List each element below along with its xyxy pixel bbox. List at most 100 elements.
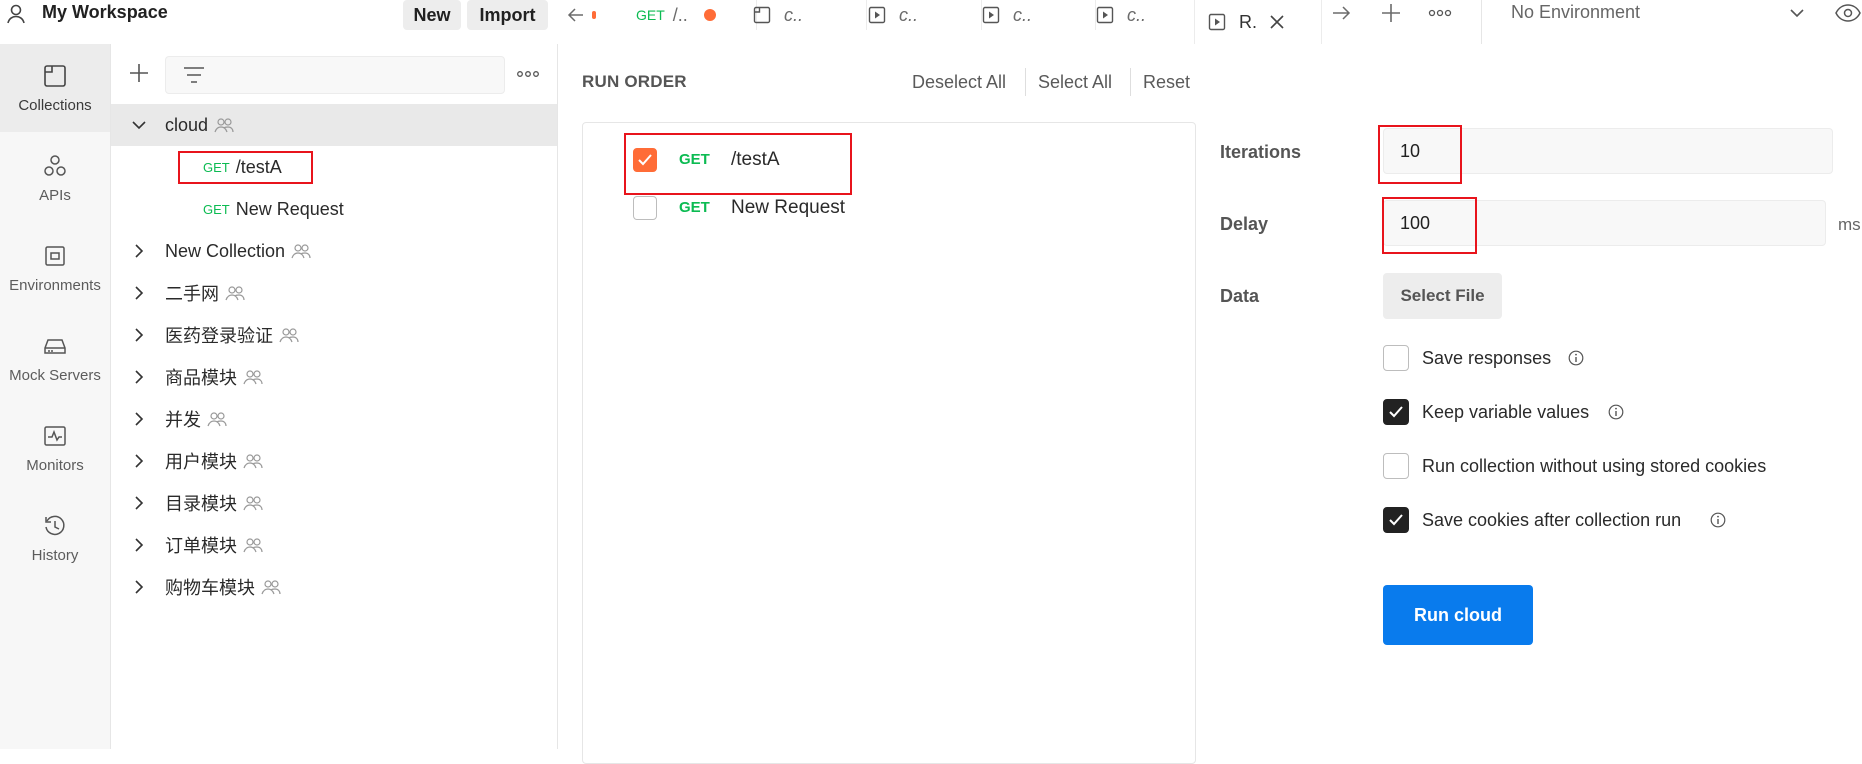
- select-all-button[interactable]: Select All: [1038, 72, 1112, 93]
- tab-collection[interactable]: c..: [752, 0, 867, 30]
- iterations-label: Iterations: [1220, 142, 1302, 162]
- divider: [1130, 68, 1131, 96]
- collection-item[interactable]: 目录模块: [111, 482, 557, 524]
- sidebar-item-apis[interactable]: APIs: [0, 134, 110, 222]
- sidebar-item-collections[interactable]: Collections: [0, 44, 110, 132]
- collection-item[interactable]: 订单模块: [111, 524, 557, 566]
- request-name: /testA: [731, 149, 780, 170]
- add-collection-icon[interactable]: [128, 62, 150, 84]
- request-method: GET: [679, 151, 710, 168]
- play-icon: [1208, 13, 1226, 31]
- monitors-icon: [44, 425, 66, 446]
- reset-button[interactable]: Reset: [1143, 72, 1190, 93]
- plus-icon[interactable]: [1380, 2, 1402, 24]
- chevron-down-icon[interactable]: [1788, 4, 1806, 22]
- filter-icon[interactable]: [182, 65, 206, 85]
- request-new-request[interactable]: GET New Request: [111, 188, 557, 230]
- close-icon[interactable]: [1267, 12, 1287, 32]
- collection-item[interactable]: New Collection: [111, 230, 557, 272]
- delay-input[interactable]: 100: [1383, 200, 1826, 246]
- play-icon: [868, 6, 886, 24]
- collection-name: New Collection: [165, 240, 286, 261]
- shared-users-icon: [225, 286, 245, 301]
- apis-icon: [44, 154, 66, 176]
- request-method: GET: [679, 199, 710, 216]
- collection-item[interactable]: 二手网: [111, 272, 557, 314]
- more-icon[interactable]: [1428, 4, 1452, 22]
- collection-search-input[interactable]: [165, 56, 505, 94]
- new-button[interactable]: New: [403, 0, 461, 30]
- no-stored-cookies-checkbox[interactable]: [1383, 453, 1409, 479]
- divider: [1481, 0, 1482, 44]
- divider: [1025, 68, 1026, 96]
- tab-runner-active[interactable]: R.: [1194, 0, 1322, 44]
- chevron-right-icon[interactable]: [131, 327, 147, 343]
- sidebar-item-label: Collections: [18, 96, 92, 114]
- request-checkbox[interactable]: [633, 196, 657, 220]
- chevron-down-icon[interactable]: [131, 117, 147, 133]
- environment-select[interactable]: No Environment: [1511, 2, 1811, 28]
- eye-icon[interactable]: [1834, 2, 1862, 24]
- sidebar-item-environments[interactable]: Environments: [0, 224, 110, 312]
- keep-variable-values-checkbox[interactable]: [1383, 399, 1409, 425]
- run-collection-button[interactable]: Run cloud: [1383, 585, 1533, 645]
- info-icon[interactable]: [1710, 512, 1726, 528]
- workspace-title[interactable]: My Workspace: [42, 2, 168, 23]
- tab-runner[interactable]: c..: [867, 0, 982, 30]
- collection-name: 并发: [165, 410, 201, 430]
- collection-item[interactable]: 购物车模块: [111, 566, 557, 608]
- shared-users-icon: [243, 538, 263, 553]
- info-icon[interactable]: [1608, 404, 1624, 420]
- collection-item[interactable]: 医药登录验证: [111, 314, 557, 356]
- collection-name: 医药登录验证: [165, 326, 273, 346]
- tab-label: c..: [899, 4, 919, 25]
- chevron-right-icon[interactable]: [131, 495, 147, 511]
- collection-item[interactable]: 并发: [111, 398, 557, 440]
- sidebar-item-history[interactable]: History: [0, 494, 110, 582]
- collection-name: 订单模块: [165, 536, 237, 556]
- save-cookies-checkbox[interactable]: [1383, 507, 1409, 533]
- collection-item[interactable]: 用户模块: [111, 440, 557, 482]
- delay-label: Delay: [1220, 214, 1269, 234]
- chevron-right-icon[interactable]: [131, 369, 147, 385]
- collection-item[interactable]: 商品模块: [111, 356, 557, 398]
- shared-users-icon: [243, 454, 263, 469]
- sidebar-item-label: Monitors: [26, 456, 84, 474]
- tab-get-request[interactable]: GET /..: [636, 0, 757, 30]
- chevron-right-icon[interactable]: [131, 285, 147, 301]
- collection-cloud[interactable]: cloud: [111, 104, 557, 146]
- save-responses-checkbox[interactable]: [1383, 345, 1409, 371]
- unsaved-dot-icon: [592, 11, 596, 19]
- chevron-right-icon[interactable]: [131, 243, 147, 259]
- arrow-right-icon[interactable]: [1330, 2, 1352, 24]
- sidebar-item-label: APIs: [39, 186, 71, 204]
- sidebar-item-label: Environments: [9, 276, 101, 294]
- chevron-right-icon[interactable]: [131, 579, 147, 595]
- tab-runner[interactable]: c..: [1095, 0, 1210, 30]
- sidebar-item-label: History: [31, 546, 79, 564]
- collection-name: 二手网: [165, 284, 219, 304]
- select-file-button[interactable]: Select File: [1383, 273, 1502, 319]
- chevron-right-icon[interactable]: [131, 537, 147, 553]
- deselect-all-button[interactable]: Deselect All: [912, 72, 1006, 93]
- arrow-left-icon[interactable]: [566, 5, 586, 25]
- iterations-input[interactable]: 10: [1383, 128, 1833, 174]
- request-testA[interactable]: GET /testA: [111, 146, 557, 188]
- collection-name: 商品模块: [165, 368, 237, 388]
- collections-icon: [44, 64, 66, 87]
- chevron-right-icon[interactable]: [131, 453, 147, 469]
- chevron-right-icon[interactable]: [131, 411, 147, 427]
- tab-partial[interactable]: [566, 0, 616, 30]
- request-checkbox[interactable]: [633, 148, 657, 172]
- sidebar-item-monitors[interactable]: Monitors: [0, 404, 110, 492]
- tab-method: GET: [636, 7, 665, 23]
- import-button[interactable]: Import: [467, 0, 548, 30]
- info-icon[interactable]: [1568, 350, 1584, 366]
- more-icon[interactable]: [516, 68, 540, 80]
- run-order-title: RUN ORDER: [582, 72, 687, 91]
- play-icon: [1096, 6, 1114, 24]
- option-label: Keep variable values: [1422, 402, 1590, 422]
- sidebar-item-label: Mock Servers: [9, 366, 101, 384]
- tab-runner[interactable]: c..: [981, 0, 1096, 30]
- sidebar-item-mock-servers[interactable]: Mock Servers: [0, 314, 110, 402]
